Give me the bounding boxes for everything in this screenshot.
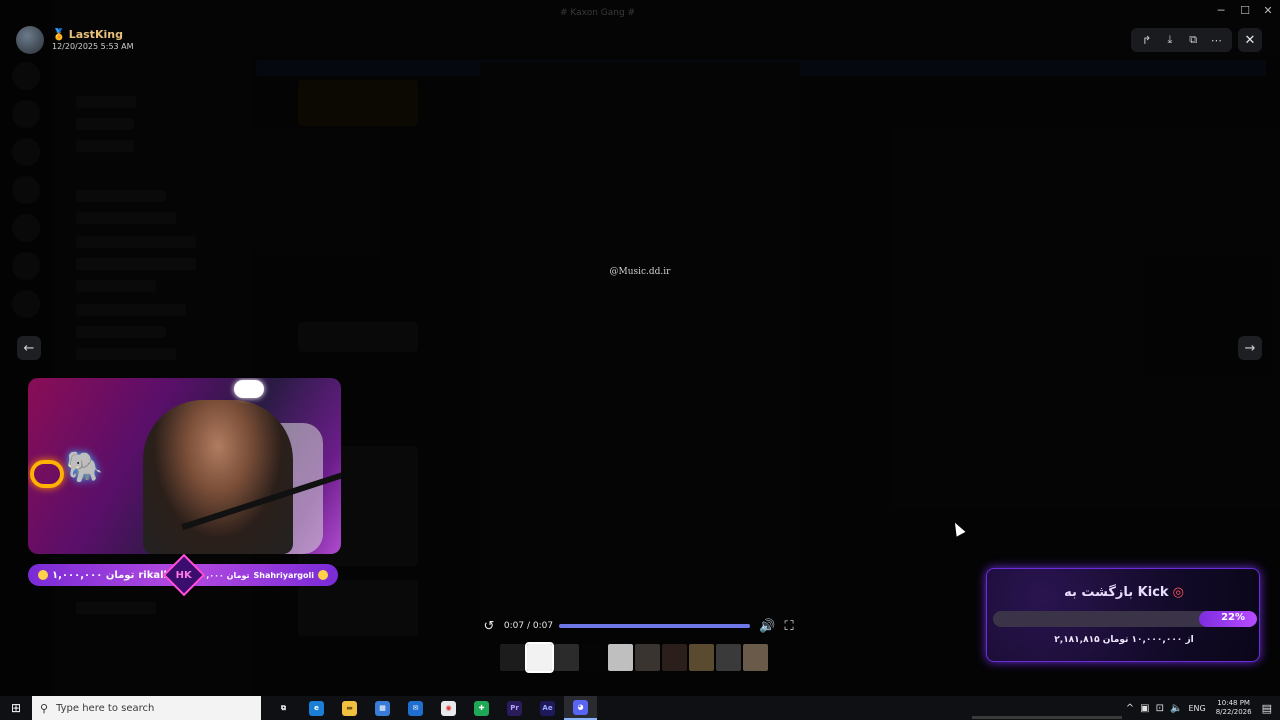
avatar[interactable] [16, 26, 44, 54]
video-progress-bar[interactable] [559, 624, 751, 628]
media-thumbnail-strip [500, 642, 768, 673]
language-indicator[interactable]: ENG [1188, 704, 1205, 713]
chrome-app-button[interactable]: ◉ [432, 696, 465, 720]
search-placeholder: Type here to search [56, 702, 155, 714]
volume-icon[interactable]: 🔊 [756, 619, 778, 634]
close-viewer-button[interactable]: ✕ [1238, 28, 1262, 52]
taskbar-apps: ⧉ e ▬ ▦ ✉ ◉ ✚ Pr Ae ◕ [267, 696, 597, 720]
media-thumbnail[interactable] [500, 644, 525, 671]
donation-left-amount: ۱,۰۰۰,۰۰۰ تومان [52, 569, 135, 581]
media-thumbnail[interactable] [581, 644, 606, 671]
previous-media-button[interactable]: ← [17, 336, 41, 360]
after-effects-icon: Ae [540, 700, 555, 716]
goal-title-text: بازگشت به Kick [1064, 585, 1169, 600]
app-green-icon: ✚ [474, 700, 489, 716]
discord-icon: ◕ [573, 699, 588, 715]
store-icon: ▦ [375, 700, 390, 716]
media-thumbnail[interactable] [716, 644, 741, 671]
goal-percent: 22% [1221, 612, 1245, 623]
donation-right: ۲,۰۰۰,۰۰۰ تومان Shahriyargoli [184, 570, 328, 580]
forward-icon[interactable]: ↱ [1138, 31, 1156, 49]
media-thumbnail[interactable] [635, 644, 660, 671]
clock-time: 10:48 PM [1217, 699, 1250, 707]
task-view-icon: ⧉ [281, 703, 286, 712]
clock-date: 8/22/2026 [1215, 708, 1252, 716]
windows-start-icon[interactable]: ⊞ [0, 696, 32, 720]
edge-app-button[interactable]: e [300, 696, 333, 720]
streamer-webcam: 🐘 [28, 378, 341, 554]
screen: # Kaxon Gang # ─ ☐ ✕ 🏅 LastKing 12/20/202… [0, 0, 1280, 720]
donation-goal-widget: بازگشت به Kick ◎ 22% ۲,۱۸۱,۸۱۵ از ۱۰,۰۰۰,… [986, 568, 1260, 662]
elephant-neon-icon: 🐘 [66, 450, 104, 485]
video-progress-fill [559, 624, 751, 628]
goal-amount: ۲,۱۸۱,۸۱۵ از ۱۰,۰۰۰,۰۰۰ تومان [1054, 635, 1194, 645]
goal-progress-bar: 22% [993, 611, 1257, 627]
chrome-icon: ◉ [441, 700, 456, 716]
replay-icon[interactable]: ↺ [478, 619, 500, 634]
store-app-button[interactable]: ▦ [366, 696, 399, 720]
trophy-icon: 🏅 [52, 28, 66, 41]
coin-icon [38, 570, 48, 580]
coin-icon [318, 570, 328, 580]
video-watermark: @Music.dd.ir [609, 267, 671, 277]
search-icon: ⚲ [40, 701, 49, 715]
open-in-browser-icon[interactable]: ⧉ [1184, 31, 1202, 49]
donation-right-name: Shahriyargoli [253, 570, 314, 580]
uploader-name[interactable]: 🏅 LastKing [52, 28, 134, 41]
volume-icon[interactable]: 🔈 [1170, 703, 1182, 714]
media-thumbnail[interactable] [608, 644, 633, 671]
fullscreen-icon[interactable]: ⛶ [778, 619, 800, 634]
badge-text: HK [175, 569, 193, 581]
clock[interactable]: 10:48 PM 8/22/2026 [1216, 699, 1252, 717]
horizontal-scrollbar[interactable] [972, 716, 1122, 719]
discord-app-button[interactable]: ◕ [564, 696, 597, 720]
media-thumbnail[interactable] [662, 644, 687, 671]
minimize-icon[interactable]: ─ [1213, 4, 1229, 17]
chevron-up-icon[interactable]: ^ [1126, 703, 1134, 714]
meet-now-icon[interactable]: ▣ [1140, 703, 1149, 714]
maximize-icon[interactable]: ☐ [1237, 4, 1253, 17]
uploader-name-text: LastKing [68, 28, 123, 41]
app-green-app-button[interactable]: ✚ [465, 696, 498, 720]
cloud-neon-icon [234, 380, 264, 398]
goal-title: بازگشت به Kick ◎ [987, 585, 1261, 600]
window-close-icon[interactable]: ✕ [1260, 4, 1276, 17]
media-thumbnail[interactable] [554, 644, 579, 671]
next-media-button[interactable]: → [1238, 336, 1262, 360]
file-explorer-app-button[interactable]: ▬ [333, 696, 366, 720]
network-icon[interactable]: ⊡ [1156, 703, 1164, 714]
file-explorer-icon: ▬ [342, 700, 357, 716]
uploader-info: 🏅 LastKing 12/20/2025 5:53 AM [16, 26, 134, 54]
viewer-toolbar: ↱ ⤓ ⧉ ⋯ [1131, 28, 1232, 52]
download-icon[interactable]: ⤓ [1161, 31, 1179, 49]
more-options-icon[interactable]: ⋯ [1207, 31, 1225, 49]
donation-ticker: ۱,۰۰۰,۰۰۰ تومان rikall HK ۲,۰۰۰,۰۰۰ توما… [28, 553, 338, 597]
streamer [143, 400, 293, 554]
donation-left: ۱,۰۰۰,۰۰۰ تومان rikall [38, 570, 167, 581]
taskbar-search[interactable]: ⚲ Type here to search [32, 696, 261, 720]
video-controls: ↺ 0:07 / 0:07 🔊 ⛶ [478, 614, 800, 638]
task-view-app-button[interactable]: ⧉ [267, 696, 300, 720]
mail-app-button[interactable]: ✉ [399, 696, 432, 720]
edge-icon: e [309, 700, 324, 716]
after-effects-app-button[interactable]: Ae [531, 696, 564, 720]
premiere-app-button[interactable]: Pr [498, 696, 531, 720]
mail-icon: ✉ [408, 700, 423, 716]
video-time: 0:07 / 0:07 [503, 621, 554, 631]
system-tray: ^ ▣ ⊡ 🔈 ENG 10:48 PM 8/22/2026 ▤ [1126, 696, 1280, 720]
notification-icon[interactable]: ▤ [1262, 702, 1272, 715]
video-player[interactable]: @Music.dd.ir [480, 62, 800, 622]
target-icon: ◎ [1172, 585, 1184, 600]
neon-sign-yellow [30, 460, 64, 488]
media-thumbnail[interactable] [525, 642, 554, 673]
premiere-icon: Pr [507, 700, 522, 716]
media-thumbnail[interactable] [743, 644, 768, 671]
upload-date: 12/20/2025 5:53 AM [52, 42, 134, 51]
media-thumbnail[interactable] [689, 644, 714, 671]
window-title: # Kaxon Gang # [560, 8, 636, 18]
